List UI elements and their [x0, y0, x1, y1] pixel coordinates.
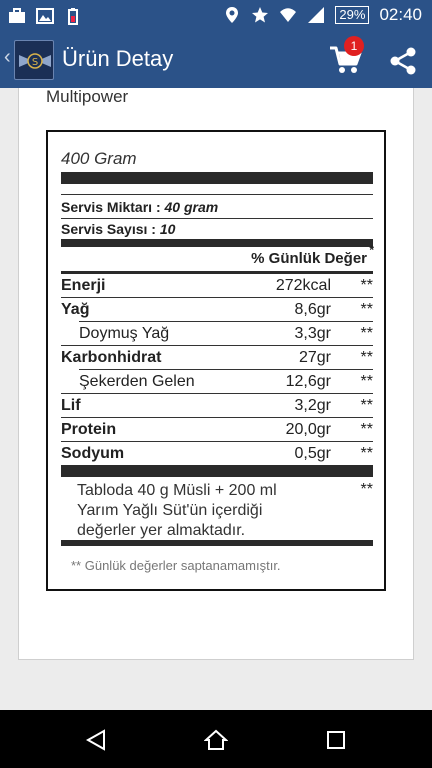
nutrient-row: Doymuş Yağ 3,3gr ** [61, 322, 373, 346]
nutrient-row: Lif 3,2gr ** [61, 394, 373, 418]
briefcase-icon [9, 8, 25, 23]
divider-bar [61, 239, 373, 247]
battery-indicator: 29% [335, 6, 370, 24]
wifi-icon [280, 8, 297, 22]
nutrient-row: Sodyum 0,5gr ** [61, 445, 373, 462]
app-bar: ‹ S Ürün Detay 1 [0, 32, 432, 88]
nutrient-row: Şekerden Gelen 12,6gr ** [61, 370, 373, 394]
nutrient-row: Enerji 272kcal ** [61, 274, 373, 298]
system-nav-bar [0, 710, 432, 768]
table-note: Tabloda 40 g Müsli + 200 ml Yarım Yağlı … [77, 482, 277, 539]
image-icon [36, 8, 54, 24]
clock: 02:40 [379, 5, 422, 24]
share-icon[interactable] [388, 46, 418, 76]
signal-icon [308, 7, 325, 23]
divider-line [61, 218, 373, 219]
star-icon [252, 7, 269, 23]
location-icon [226, 7, 239, 23]
product-brand: Multipower [46, 87, 129, 106]
nutrition-label: 400 Gram Servis Miktarı : 40 gram Servis… [46, 130, 386, 591]
status-bar: 29% 02:40 [0, 0, 432, 32]
page-title: Ürün Detay [62, 46, 174, 71]
serving-count: Servis Sayısı : 10 [61, 221, 176, 237]
home-icon[interactable] [204, 728, 228, 752]
divider-bar [61, 540, 373, 546]
divider-line [61, 194, 373, 195]
package-size: 400 Gram [61, 149, 137, 168]
daily-value-header: % Günlük Değer * [251, 243, 374, 267]
cart-count-badge: 1 [344, 36, 364, 56]
nutrient-row: Karbonhidrat 27gr ** [61, 346, 373, 370]
back-chevron-icon[interactable]: ‹ [4, 46, 11, 69]
nutrient-row: Protein 20,0gr ** [61, 418, 373, 442]
battery-saver-icon [68, 8, 78, 25]
recents-icon[interactable] [324, 728, 348, 752]
product-card: Multipower 400 Gram Servis Miktarı : 40 … [18, 87, 414, 660]
wings-logo-icon: S [19, 53, 51, 69]
divider-bar [61, 172, 373, 184]
footnote: ** Günlük değerler saptanamamıştır. [71, 558, 281, 573]
svg-text:S: S [32, 57, 38, 68]
table-note-mark: ** [360, 481, 373, 498]
divider-bar [61, 465, 373, 477]
back-icon[interactable] [84, 728, 108, 752]
app-logo[interactable]: S [14, 40, 54, 80]
serving-amount: Servis Miktarı : 40 gram [61, 199, 219, 215]
nutrient-row: Yağ 8,6gr ** [61, 298, 373, 322]
